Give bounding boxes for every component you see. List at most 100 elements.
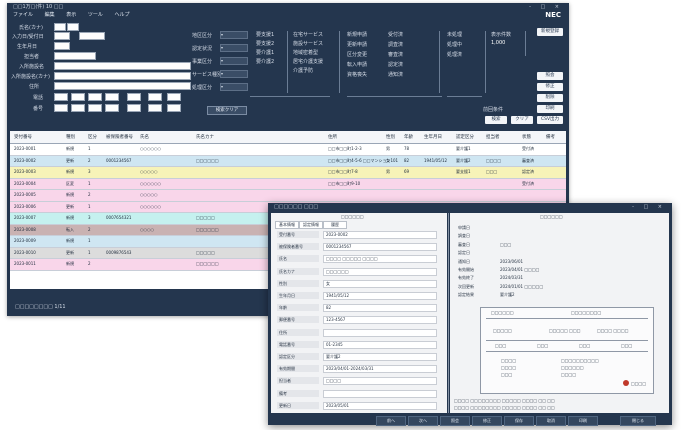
print-button[interactable]: 印刷: [537, 105, 563, 113]
check-home-service[interactable]: 在宅サービス: [293, 31, 323, 38]
check-prevention[interactable]: 介護予防: [293, 67, 313, 74]
search-phone-2-input[interactable]: [71, 93, 85, 101]
search-phone-1-input[interactable]: [54, 93, 68, 101]
check-processing[interactable]: 処理中: [447, 41, 462, 48]
col-header-category[interactable]: 区分: [88, 134, 97, 140]
search-phone-7-input[interactable]: [167, 93, 181, 101]
menu-item-edit[interactable]: 編集: [45, 12, 55, 18]
check-care-level-2[interactable]: 要介護2: [256, 58, 274, 65]
table-row[interactable]: 2023-0004 区変 1 ○○○○○○ □□市□□町9-10 受付済: [10, 178, 566, 190]
search-phone-3-input[interactable]: [88, 93, 102, 101]
tab-history[interactable]: 履歴: [323, 221, 347, 229]
detail-window-controls[interactable]: - □ ×: [632, 203, 666, 211]
search-date-from-input[interactable]: [54, 32, 70, 40]
col-header-insured-no[interactable]: 被保険者番号: [106, 134, 133, 140]
detail-field-value[interactable]: 要介護2: [323, 353, 437, 361]
menu-item-view[interactable]: 表示: [66, 12, 76, 18]
check-certified[interactable]: 認定済: [388, 61, 403, 68]
col-header-age[interactable]: 年齢: [404, 134, 413, 140]
process-type-select[interactable]: ▾: [220, 83, 248, 91]
district-select[interactable]: ▾: [220, 31, 248, 39]
search-name-kana-input-2[interactable]: [67, 23, 79, 31]
delete-button[interactable]: 削除: [537, 94, 563, 102]
detail-field-value[interactable]: 1941/05/12: [323, 292, 437, 300]
menu-item-file[interactable]: ファイル: [13, 12, 33, 18]
col-header-notes[interactable]: 備考: [546, 134, 555, 140]
search-number-7-input[interactable]: [167, 104, 181, 112]
menu-item-tools[interactable]: ツール: [88, 12, 103, 18]
csv-export-button[interactable]: CSV出力: [537, 116, 563, 124]
detail-field-value[interactable]: 01-2345: [323, 340, 437, 349]
search-number-4-input[interactable]: [105, 104, 119, 112]
search-facility-kana-input[interactable]: [54, 72, 191, 80]
business-type-select[interactable]: ▾: [220, 57, 248, 65]
previous-condition-label[interactable]: 前回条件: [483, 106, 503, 113]
detail-edit-button[interactable]: 修正: [472, 416, 502, 426]
table-row[interactable]: 2023-0003 新規 3 ○○○○○ □□市□□町7-8 男 69 要支援1 □□□ 認定済: [10, 167, 566, 179]
search-phone-6-input[interactable]: [148, 93, 162, 101]
check-home-care-support[interactable]: 居宅介護支援: [293, 58, 323, 65]
check-new-application[interactable]: 新規申請: [347, 31, 367, 38]
detail-inquiry-button[interactable]: 照会: [440, 416, 470, 426]
check-transfer[interactable]: 転入申請: [347, 61, 367, 68]
col-header-receipt-no[interactable]: 受付番号: [14, 134, 32, 140]
check-change[interactable]: 区分変更: [347, 51, 367, 58]
check-unprocessed[interactable]: 未処理: [447, 31, 462, 38]
tab-basic-info[interactable]: 基本情報: [275, 221, 299, 229]
check-processed[interactable]: 処理済: [447, 51, 462, 58]
check-facility-service[interactable]: 施設サービス: [293, 40, 323, 47]
table-row[interactable]: 2023-0001 新規 1 ○○○○○○ □□市□□町1-2-3 男 78 要介護1 受付済: [10, 144, 566, 156]
col-header-birthdate[interactable]: 生年月日: [424, 134, 442, 140]
check-loss[interactable]: 資格喪失: [347, 71, 367, 78]
search-address-input[interactable]: [54, 82, 191, 90]
search-phone-4-input[interactable]: [105, 93, 119, 101]
detail-save-button[interactable]: 保存: [504, 416, 534, 426]
search-number-5-input[interactable]: [127, 104, 141, 112]
detail-field-value[interactable]: 82: [323, 304, 437, 313]
col-header-gender[interactable]: 性別: [386, 134, 395, 140]
search-number-6-input[interactable]: [148, 104, 162, 112]
search-date-to-input[interactable]: [79, 32, 105, 40]
service-type-select[interactable]: ▾: [220, 70, 248, 78]
check-care-support-2[interactable]: 要支援2: [256, 40, 274, 47]
detail-print-button[interactable]: 印刷: [568, 416, 598, 426]
detail-field-value[interactable]: □□□□□□: [323, 267, 437, 276]
col-header-address[interactable]: 住所: [328, 134, 337, 140]
search-number-1-input[interactable]: [54, 104, 68, 112]
clear-button[interactable]: クリア: [511, 116, 533, 124]
detail-field-value[interactable]: 女: [323, 279, 437, 288]
col-header-name[interactable]: 氏名: [140, 134, 149, 140]
detail-field-value[interactable]: 2023/04/01-2024/03/31: [323, 365, 437, 374]
col-header-cert-level[interactable]: 認定区分: [456, 134, 474, 140]
menu-item-help[interactable]: ヘルプ: [114, 12, 129, 18]
check-notified[interactable]: 通知済: [388, 71, 403, 78]
col-header-status[interactable]: 状態: [522, 134, 531, 140]
detail-field-value[interactable]: [323, 389, 437, 398]
cert-status-select[interactable]: ▾: [220, 44, 248, 52]
check-community-service[interactable]: 地域密着型: [293, 49, 318, 56]
prev-button[interactable]: 前へ: [376, 416, 406, 426]
search-birthdate-input[interactable]: [54, 42, 70, 50]
search-name-kana-input[interactable]: [54, 23, 66, 31]
table-row[interactable]: 2023-0002 更新 2 0001234567 □□□□□□ □□市□□町4-5-6 …: [10, 155, 566, 167]
detail-field-value[interactable]: □□□□: [323, 377, 437, 386]
detail-field-value[interactable]: 2023-0002: [323, 231, 437, 239]
detail-field-value[interactable]: [323, 328, 437, 337]
search-number-3-input[interactable]: [88, 104, 102, 112]
search-clear-button[interactable]: 検索クリア: [207, 106, 247, 115]
detail-cancel-button[interactable]: 取消: [536, 416, 566, 426]
detail-field-value[interactable]: 2023/05/01: [323, 401, 437, 410]
check-renewal[interactable]: 更新申請: [347, 41, 367, 48]
col-header-staff[interactable]: 担当者: [486, 134, 500, 140]
col-header-name-kana[interactable]: 氏名カナ: [196, 134, 214, 140]
table-row[interactable]: 2023-0005 新規 2 ○○○○○: [10, 190, 566, 202]
main-window-controls[interactable]: - □ ×: [529, 3, 563, 11]
check-care-support-1[interactable]: 要支援1: [256, 31, 274, 38]
tab-cert-info[interactable]: 認定情報: [299, 221, 323, 229]
search-button[interactable]: 検索: [485, 116, 507, 124]
detail-field-value[interactable]: □□□□ □□□□□ □□□□: [323, 255, 437, 264]
check-reviewed[interactable]: 審査済: [388, 51, 403, 58]
check-surveyed[interactable]: 調査済: [388, 41, 403, 48]
col-header-type[interactable]: 種別: [66, 134, 75, 140]
next-button[interactable]: 次へ: [408, 416, 438, 426]
